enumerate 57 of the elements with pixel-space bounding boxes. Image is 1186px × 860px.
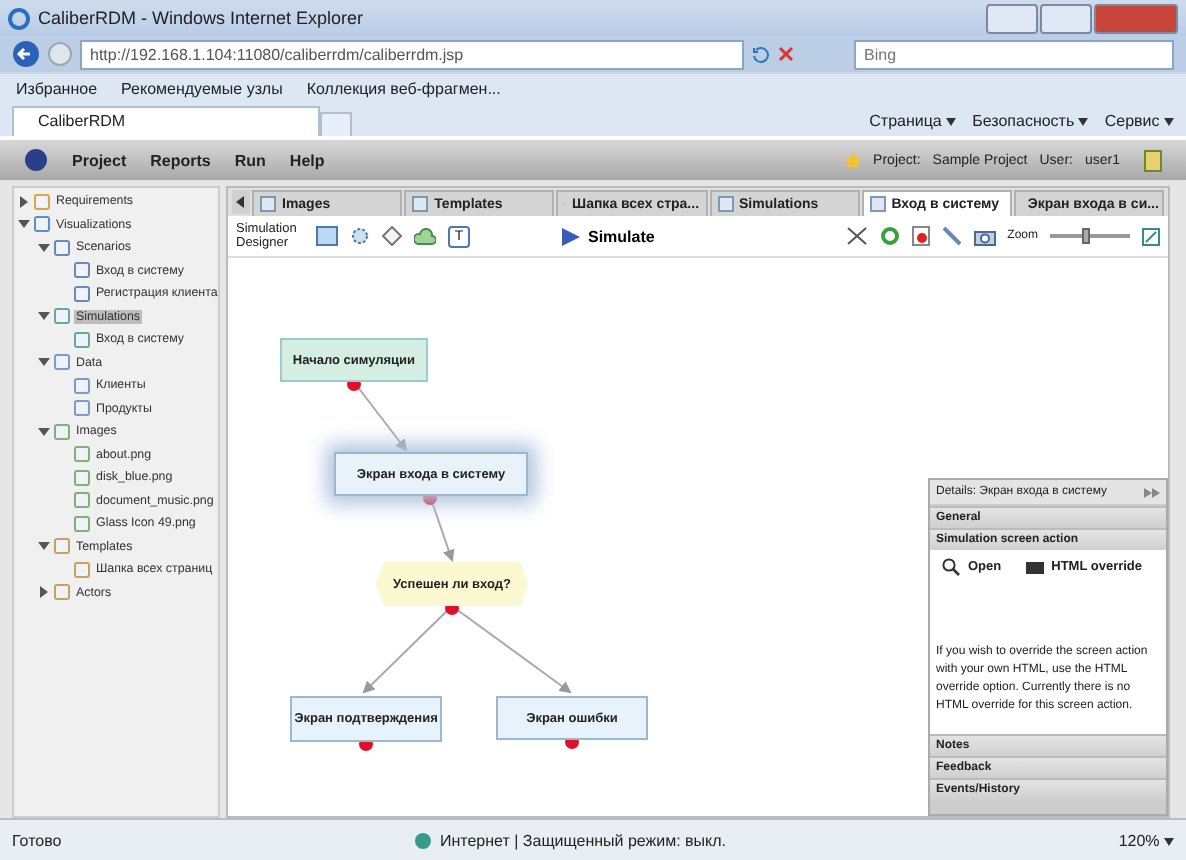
window-title: CaliberRDM - Windows Internet Explorer: [38, 8, 364, 28]
minimize-button[interactable]: [986, 3, 1038, 33]
expand-arrow-icon[interactable]: [38, 540, 50, 553]
command-menu[interactable]: Страница: [869, 111, 957, 129]
search-field[interactable]: Bing: [854, 39, 1174, 69]
camera-icon[interactable]: [973, 227, 996, 245]
zoom-slider-thumb[interactable]: [1082, 228, 1090, 244]
expand-arrow-icon[interactable]: [38, 425, 50, 438]
caret-icon: [946, 117, 957, 125]
menu-item[interactable]: Run: [234, 151, 266, 169]
caret-icon: [1164, 837, 1174, 845]
expand-arrow-icon[interactable]: [18, 195, 30, 208]
browser-logo-icon: [8, 7, 30, 29]
cloud-tool-icon[interactable]: [414, 227, 436, 245]
app-logo-icon: [24, 148, 48, 172]
security-zone: Интернет | Защищенный режим: выкл.: [439, 831, 727, 849]
expand-arrow-icon[interactable]: [38, 356, 50, 369]
close-button[interactable]: [1094, 3, 1178, 33]
caret-icon: [1164, 117, 1174, 125]
favorites-item[interactable]: Избранное: [16, 80, 98, 98]
star-icon[interactable]: [843, 151, 862, 169]
expand-arrow-icon[interactable]: [38, 586, 50, 599]
screen-tool-icon[interactable]: [316, 226, 338, 246]
back-icon[interactable]: [12, 40, 40, 68]
fit-icon[interactable]: [1142, 227, 1160, 245]
expand-arrow-icon[interactable]: [18, 218, 30, 231]
globe-icon: [413, 831, 432, 849]
tab-icon: [717, 196, 734, 212]
zoom-level[interactable]: 120%: [1118, 831, 1174, 849]
browser-tab[interactable]: CaliberRDM: [12, 106, 320, 136]
menu-item[interactable]: Project: [72, 151, 127, 169]
scroll-left-button[interactable]: [232, 190, 250, 214]
maximize-button[interactable]: [1040, 3, 1092, 33]
menu-item[interactable]: Reports: [150, 151, 211, 169]
cross-icon[interactable]: [845, 226, 868, 246]
expand-arrow-icon[interactable]: [38, 310, 50, 323]
diamond-tool-icon[interactable]: [382, 226, 402, 246]
command-menu[interactable]: Сервис: [1104, 111, 1174, 129]
favorites-item[interactable]: Рекомендуемые узлы: [121, 80, 283, 98]
tab-icon: [869, 196, 886, 212]
play-icon: [562, 227, 580, 245]
expand-arrow-icon[interactable]: [38, 241, 50, 254]
simulate-button[interactable]: Simulate: [562, 227, 655, 245]
command-menu[interactable]: Безопасность: [972, 111, 1089, 129]
collapse-button[interactable]: [1144, 487, 1160, 497]
tab-icon: [260, 196, 276, 212]
resize-grip[interactable]: [930, 800, 1166, 814]
favorites-item[interactable]: Коллекция веб-фрагмен...: [306, 80, 501, 98]
stop-icon[interactable]: [778, 46, 794, 62]
document-icon[interactable]: [911, 226, 930, 246]
caret-icon: [1078, 117, 1089, 125]
search-icon: [942, 558, 960, 576]
menu-item[interactable]: Help: [289, 151, 325, 169]
tab-icon: [412, 196, 429, 212]
address-field[interactable]: http://192.168.1.104:11080/caliberrdm/caliberrdm.jsp: [80, 39, 744, 69]
connector-arrow: [362, 605, 453, 694]
status-text: Готово: [12, 831, 62, 849]
